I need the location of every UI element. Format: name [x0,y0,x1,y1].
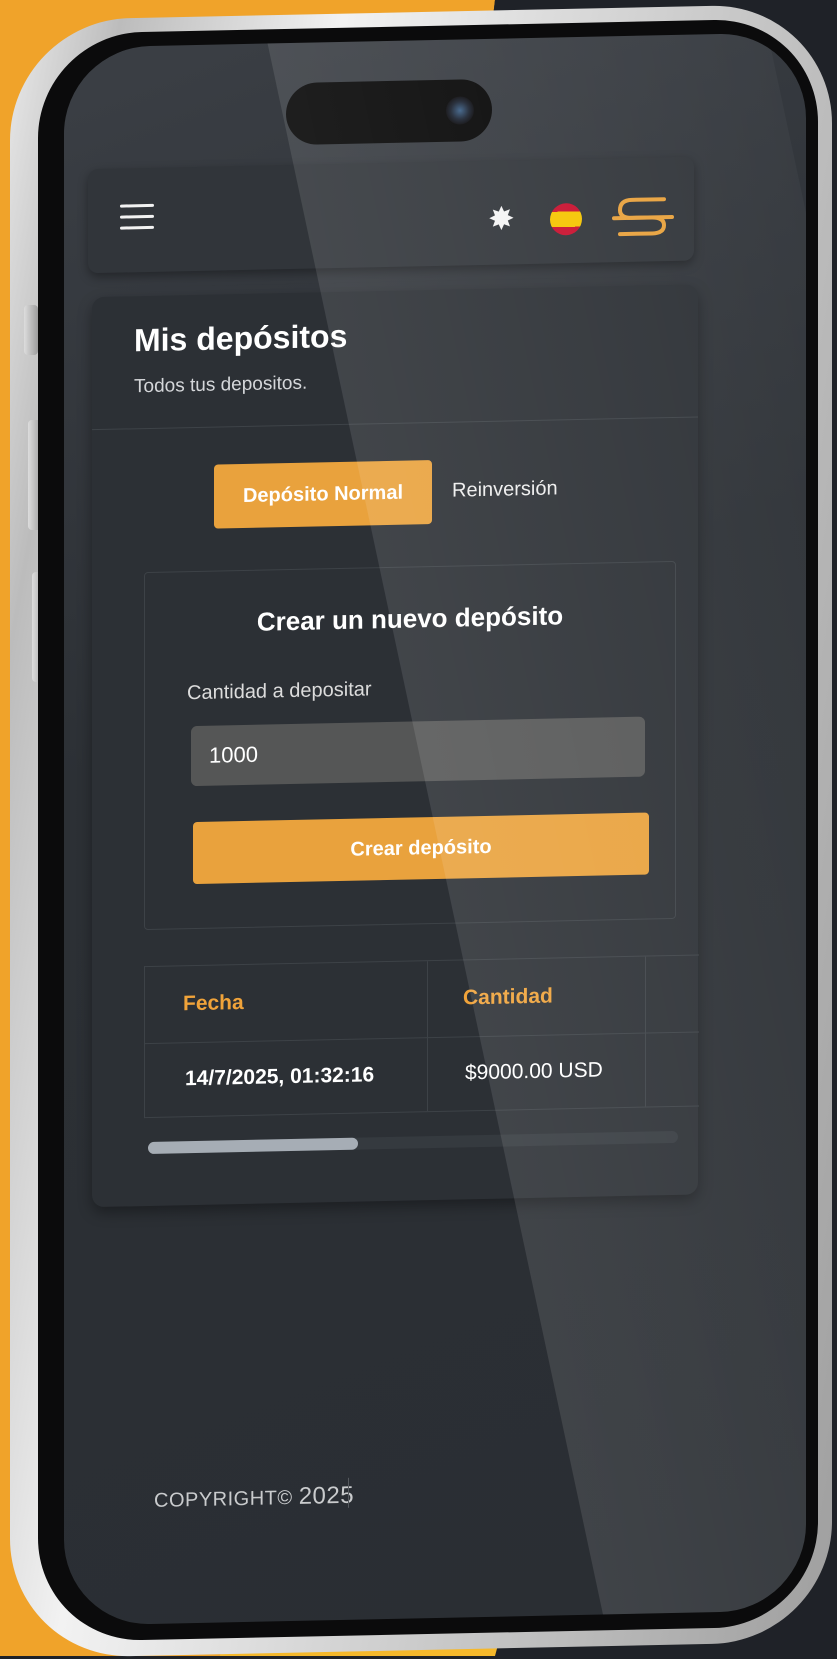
scrollbar-thumb[interactable] [148,1137,358,1155]
phone-screen: ✸ Mis depósitos Todos tus depositos. Dep… [64,32,806,1626]
table-cell-cantidad: $9000.00 USD [465,1058,603,1085]
new-deposit-form: Crear un nuevo depósito Cantidad a depos… [144,560,676,931]
tab-reinversion[interactable]: Reinversión [452,477,558,502]
footer-separator [348,1477,349,1508]
tab-deposito-normal[interactable]: Depósito Normal [214,460,432,529]
brand-s-logo-icon[interactable] [610,191,674,242]
hamburger-menu-icon[interactable] [120,203,154,231]
copyright-label: COPYRIGHT© [154,1486,293,1512]
deposits-card: Mis depósitos Todos tus depositos. Depós… [92,284,699,1208]
amount-label: Cantidad a depositar [187,678,372,705]
spain-flag-icon[interactable] [550,202,582,236]
page-subtitle: Todos tus depositos. [134,372,308,398]
phone-side-button [24,305,38,355]
table-header-fecha: Fecha [183,991,244,1016]
top-navigation-bar: ✸ [88,156,694,274]
amount-input[interactable] [191,716,645,787]
table-cell-fecha: 14/7/2025, 01:32:16 [185,1063,375,1091]
page-title: Mis depósitos [134,317,348,359]
front-camera-icon [446,96,474,125]
deposits-table: Fecha Cantidad 14/7/2025, 01:32:16 $9000… [144,954,699,1119]
phone-mockup: ✸ Mis depósitos Todos tus depositos. Dep… [0,0,837,1659]
sun-icon[interactable]: ✸ [488,200,515,237]
card-divider [92,416,698,431]
table-horizontal-scrollbar[interactable] [148,1130,678,1155]
create-deposit-button[interactable]: Crear depósito [193,812,649,885]
copyright-year: 2025 [298,1481,355,1510]
footer-copyright: COPYRIGHT© 2025 [154,1482,354,1514]
dynamic-island [286,78,492,146]
table-header-cantidad: Cantidad [463,984,553,1010]
form-title: Crear un nuevo depósito [256,600,564,637]
